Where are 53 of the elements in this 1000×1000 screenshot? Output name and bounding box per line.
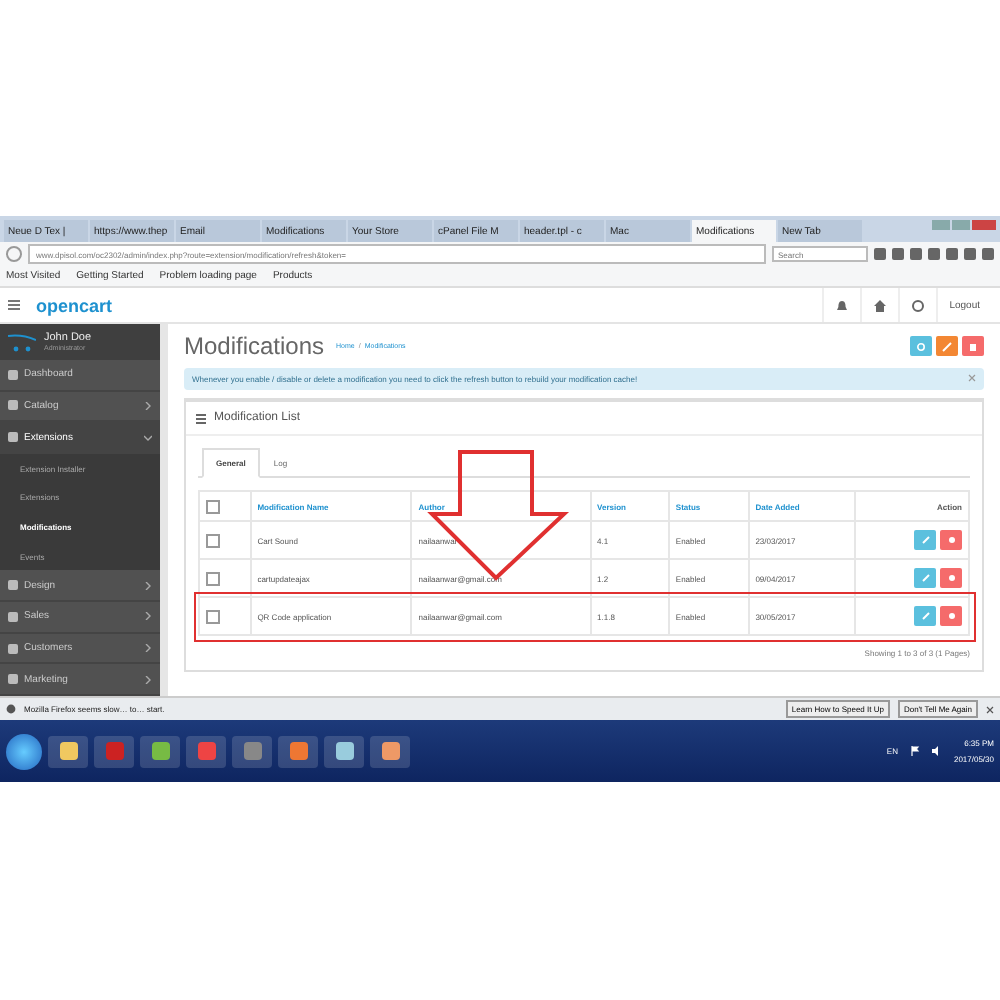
- eraser-icon: [942, 341, 952, 351]
- select-all-checkbox[interactable]: [206, 499, 220, 513]
- chevron-down-icon: [144, 433, 152, 442]
- taskbar-app-icon[interactable]: [278, 735, 318, 767]
- cart-logo-icon: [8, 333, 36, 351]
- volume-icon[interactable]: [931, 746, 942, 756]
- menu-item-icon: [8, 674, 18, 685]
- taskbar-app-icon[interactable]: [324, 735, 364, 767]
- stop-icon: [947, 536, 955, 544]
- pencil-icon: [921, 612, 929, 620]
- pencil-icon: [921, 574, 929, 582]
- edit-button[interactable]: [914, 568, 936, 588]
- row-checkbox[interactable]: [206, 609, 220, 623]
- delete-button[interactable]: [940, 568, 962, 588]
- menu-item-icon: [8, 432, 18, 443]
- row-checkbox[interactable]: [206, 533, 220, 547]
- taskbar-app-icon[interactable]: [370, 735, 410, 767]
- home-icon[interactable]: [873, 299, 886, 311]
- menu-item-icon: [8, 400, 18, 411]
- taskbar-app-icon[interactable]: [232, 735, 272, 767]
- delete-button[interactable]: [962, 336, 984, 356]
- row-checkbox[interactable]: [206, 571, 220, 585]
- stop-icon: [947, 612, 955, 620]
- delete-button[interactable]: [940, 530, 962, 550]
- chevron-right-icon: [144, 612, 152, 621]
- list-icon: [196, 413, 206, 423]
- stop-icon: [947, 574, 955, 582]
- close-icon[interactable]: [986, 705, 994, 713]
- trash-icon: [968, 341, 978, 351]
- menu-icon[interactable]: [8, 300, 20, 310]
- menu-item-icon: [8, 580, 18, 591]
- taskbar-app-icon[interactable]: [140, 735, 180, 767]
- start-button[interactable]: [6, 733, 42, 769]
- menu-item-icon: [8, 611, 18, 622]
- edit-button[interactable]: [914, 530, 936, 550]
- bell-icon[interactable]: [835, 299, 848, 311]
- refresh-icon: [916, 341, 926, 351]
- taskbar-app-icon[interactable]: [186, 735, 226, 767]
- menu-item-icon: [8, 369, 18, 380]
- pencil-icon: [921, 536, 929, 544]
- chevron-right-icon: [144, 675, 152, 684]
- page-title: Modifications: [184, 332, 325, 360]
- taskbar-app-icon[interactable]: [48, 735, 88, 767]
- refresh-button[interactable]: [910, 336, 932, 356]
- chevron-right-icon: [144, 644, 152, 653]
- brand-logo: opencart: [36, 295, 113, 315]
- chevron-right-icon: [144, 401, 152, 410]
- chevron-right-icon: [144, 581, 152, 590]
- edit-button[interactable]: [914, 606, 936, 626]
- clear-button[interactable]: [936, 336, 958, 356]
- flag-icon[interactable]: [909, 746, 920, 756]
- menu-item-icon: [8, 643, 18, 654]
- delete-button[interactable]: [940, 606, 962, 626]
